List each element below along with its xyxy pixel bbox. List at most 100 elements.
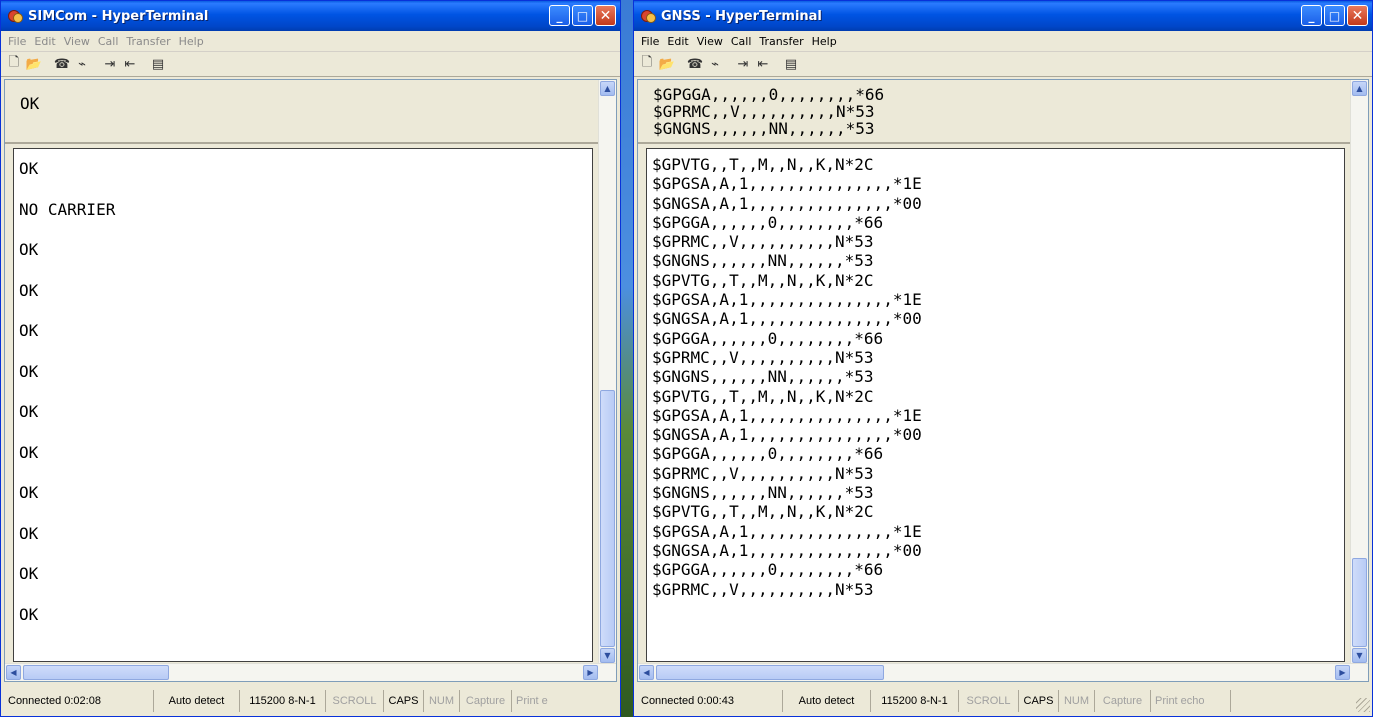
history-line: $GPGGA,,,,,,0,,,,,,,,*66 [653,85,885,104]
scroll-down-icon[interactable]: ▼ [1352,648,1367,663]
horizontal-scroll-thumb[interactable] [23,665,169,680]
menu-call[interactable]: Call [94,35,123,48]
send-icon[interactable]: ⇥ [734,55,752,73]
terminal-line: $GPVTG,,T,,M,,N,,K,N*2C [652,155,874,174]
terminal-panel: $GPGGA,,,,,,0,,,,,,,,*66 $GPRMC,,V,,,,,,… [637,79,1369,682]
terminal-line: OK [19,240,39,259]
history-line: $GNGNS,,,,,,NN,,,,,,*53 [653,119,875,138]
history-line: $GPRMC,,V,,,,,,,,,,N*53 [653,102,875,121]
menu-bar: File Edit View Call Transfer Help [1,31,620,52]
connection-time: Connected 0:00:43 [637,690,783,712]
terminal-line: $GPGGA,,,,,,0,,,,,,,,*66 [652,560,884,580]
terminal-line: $GNGSA,A,1,,,,,,,,,,,,,,,*00 [652,425,922,445]
menu-edit[interactable]: Edit [30,35,59,48]
send-icon[interactable]: ⇥ [101,55,119,73]
menu-help[interactable]: Help [175,35,208,48]
open-icon[interactable]: 📂 [25,55,43,73]
backscroll-buffer[interactable]: OK [5,80,599,144]
menu-transfer[interactable]: Transfer [122,35,174,48]
close-button[interactable]: ✕ [595,5,616,26]
vertical-scroll-thumb[interactable] [600,390,615,647]
terminal-line: $GNGSA,A,1,,,,,,,,,,,,,,,*00 [652,193,922,213]
title-bar[interactable]: GNSS - HyperTerminal _ □ ✕ [634,1,1372,31]
open-icon[interactable]: 📂 [658,55,676,73]
menu-file[interactable]: File [637,35,663,48]
new-icon[interactable]: 🗋 [5,55,23,73]
menu-transfer[interactable]: Transfer [755,35,807,48]
terminal-line: $GNGSA,A,1,,,,,,,,,,,,,,,*00 [652,540,922,560]
hyperterminal-app-icon[interactable] [7,8,23,24]
scroll-left-icon[interactable]: ◀ [639,665,654,680]
new-icon[interactable]: 🗋 [638,55,656,73]
status-bar: Connected 0:02:08 Auto detect 115200 8-N… [1,686,620,716]
terminal-line: $GPVTG,,T,,M,,N,,K,N*2C [652,270,874,290]
disconnect-icon[interactable]: ☎ [686,55,704,73]
terminal-line: $GPGSA,A,1,,,,,,,,,,,,,,,*1E [652,290,922,310]
scroll-left-icon[interactable]: ◀ [6,665,21,680]
capture-indicator: Capture [460,690,512,712]
toolbar: 🗋 📂 ☎ ⌁ ⇥ ⇤ ▤ [634,52,1372,77]
receive-icon[interactable]: ⇤ [121,55,139,73]
hyperterminal-app-icon[interactable] [640,8,656,24]
terminal-line: $GNGNS,,,,,,NN,,,,,,*53 [652,483,874,503]
scroll-up-icon[interactable]: ▲ [600,81,615,96]
history-line: OK [20,94,40,113]
desktop-background [620,0,634,717]
disconnect-icon[interactable]: ☎ [53,55,71,73]
terminal-line: $GPGSA,A,1,,,,,,,,,,,,,,,*1E [652,521,922,541]
terminal-line: OK [19,159,39,178]
scroll-right-icon[interactable]: ▶ [583,665,598,680]
title-bar[interactable]: SIMCom - HyperTerminal _ □ ✕ [1,1,620,31]
minimize-button[interactable]: _ [549,5,570,26]
dial-icon[interactable]: ⌁ [706,55,724,73]
terminal-line: OK [19,523,39,543]
horizontal-scrollbar[interactable]: ◀ ▶ [5,663,616,681]
terminal-line: $GPGGA,,,,,,0,,,,,,,,*66 [652,328,884,348]
scroll-down-icon[interactable]: ▼ [600,648,615,663]
terminal-screen[interactable]: $GPVTG,,T,,M,,N,,K,N*2C $GPGSA,A,1,,,,,,… [646,148,1345,662]
properties-icon[interactable]: ▤ [149,55,167,73]
vertical-scrollbar[interactable]: ▲ ▼ [598,80,616,664]
menu-view[interactable]: View [60,35,94,48]
print-echo-indicator: Print echo [1151,690,1231,712]
resize-grip-icon[interactable] [1356,698,1370,712]
menu-call[interactable]: Call [727,35,756,48]
maximize-button[interactable]: □ [572,5,593,26]
simcom-window[interactable]: SIMCom - HyperTerminal _ □ ✕ File Edit V… [0,0,621,717]
backscroll-buffer[interactable]: $GPGGA,,,,,,0,,,,,,,,*66 $GPRMC,,V,,,,,,… [638,80,1351,144]
window-title: SIMCom - HyperTerminal [28,8,209,24]
terminal-line: $GPRMC,,V,,,,,,,,,,N*53 [652,232,874,252]
horizontal-scrollbar[interactable]: ◀ ▶ [638,663,1368,681]
window-title: GNSS - HyperTerminal [661,8,822,24]
num-lock-indicator: NUM [424,690,460,712]
vertical-scrollbar[interactable]: ▲ ▼ [1350,80,1368,664]
terminal-line: $GPRMC,,V,,,,,,,,,,N*53 [652,463,874,483]
terminal-line: OK [19,402,39,421]
maximize-button[interactable]: □ [1324,5,1345,26]
vertical-scroll-thumb[interactable] [1352,558,1367,647]
menu-help[interactable]: Help [808,35,841,48]
receive-icon[interactable]: ⇤ [754,55,772,73]
menu-edit[interactable]: Edit [663,35,692,48]
scroll-up-icon[interactable]: ▲ [1352,81,1367,96]
terminal-panel: OK OK NO CARRIER OK OK OK OK OK OK OK OK… [4,79,617,682]
status-bar: Connected 0:00:43 Auto detect 115200 8-N… [634,686,1372,716]
terminal-screen[interactable]: OK NO CARRIER OK OK OK OK OK OK OK OK OK… [13,148,593,662]
terminal-line: $GPRMC,,V,,,,,,,,,,N*53 [652,347,874,367]
menu-view[interactable]: View [693,35,727,48]
menu-file[interactable]: File [4,35,30,48]
scroll-right-icon[interactable]: ▶ [1335,665,1350,680]
terminal-line: $GPGGA,,,,,,0,,,,,,,,*66 [652,212,884,232]
dial-icon[interactable]: ⌁ [73,55,91,73]
close-button[interactable]: ✕ [1347,5,1368,26]
terminal-line: $GNGNS,,,,,,NN,,,,,,*53 [652,367,874,387]
terminal-line: $GPGGA,,,,,,0,,,,,,,,*66 [652,444,884,464]
terminal-line: OK [19,442,39,462]
terminal-line: OK [19,483,39,502]
gnss-window[interactable]: GNSS - HyperTerminal _ □ ✕ File Edit Vie… [633,0,1373,717]
num-lock-indicator: NUM [1059,690,1095,712]
horizontal-scroll-thumb[interactable] [656,665,884,680]
minimize-button[interactable]: _ [1301,5,1322,26]
terminal-line: OK [19,321,39,340]
properties-icon[interactable]: ▤ [782,55,800,73]
